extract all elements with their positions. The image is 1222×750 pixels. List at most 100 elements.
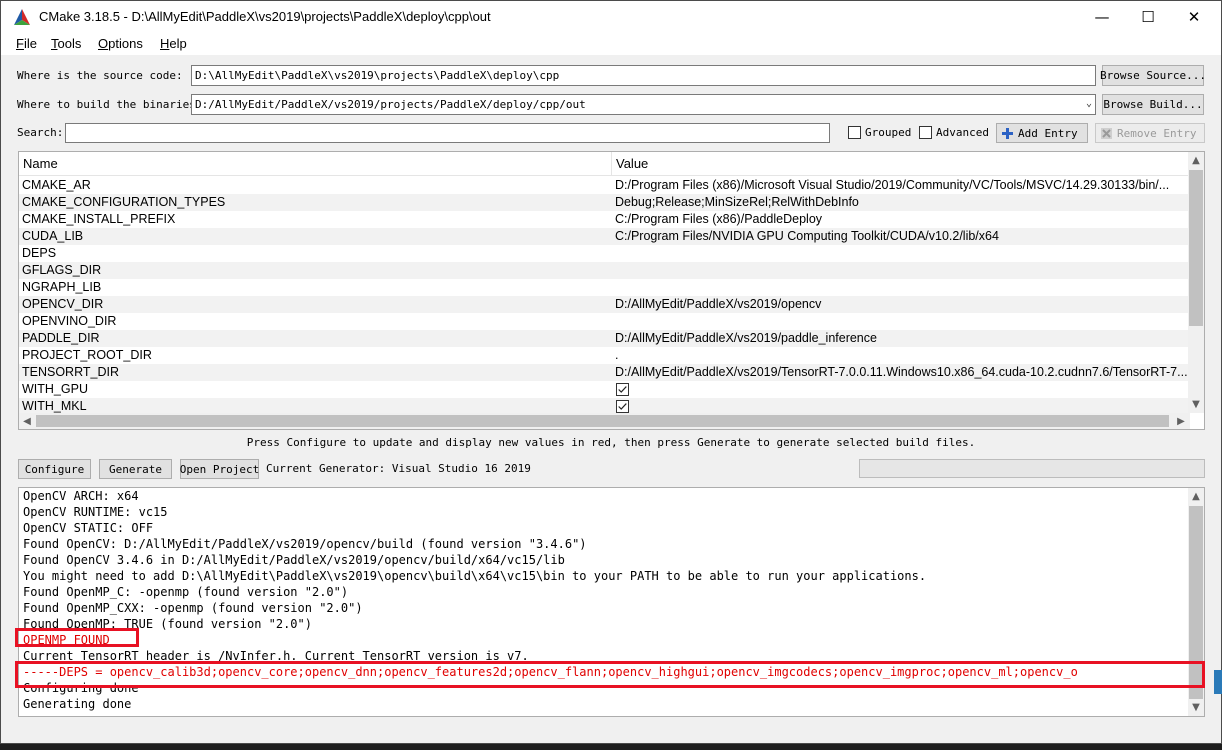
menu-options-label: ptions [108, 36, 143, 51]
advanced-checkbox[interactable] [919, 126, 932, 139]
column-header-name[interactable]: Name [23, 156, 58, 171]
taskbar-strip [0, 744, 1222, 750]
log-line: OpenCV RUNTIME: vc15 [23, 505, 168, 519]
scroll-down-icon[interactable]: ▼ [1188, 396, 1204, 413]
column-header-value[interactable]: Value [616, 156, 648, 171]
menu-file-label: ile [23, 36, 37, 51]
remove-icon [1101, 127, 1112, 139]
entry-value[interactable]: D:/AllMyEdit/PaddleX/vs2019/paddle_infer… [615, 331, 1189, 345]
menu-file[interactable]: File [16, 36, 37, 51]
scroll-thumb[interactable] [1189, 170, 1203, 326]
entry-value[interactable]: C:/Program Files (x86)/PaddleDeploy [615, 212, 1189, 226]
generate-button[interactable]: Generate [99, 459, 172, 479]
entry-name: GFLAGS_DIR [22, 263, 102, 277]
entry-name: CUDA_LIB [22, 229, 84, 243]
entry-name: CMAKE_AR [22, 178, 91, 192]
menu-help[interactable]: Help [160, 36, 187, 51]
entry-value[interactable]: D:/AllMyEdit/PaddleX/vs2019/TensorRT-7.0… [615, 365, 1189, 379]
log-line: Found OpenMP_C: -openmp (found version "… [23, 585, 349, 599]
remove-entry-button[interactable]: Remove Entry [1095, 123, 1205, 143]
desktop-edge [1214, 670, 1222, 694]
menu-file-mnemonic: F [16, 36, 24, 51]
source-path-input[interactable]: D:\AllMyEdit\PaddleX\vs2019\projects\Pad… [191, 65, 1096, 86]
table-row[interactable]: GFLAGS_DIR [19, 262, 1190, 279]
scroll-thumb[interactable] [36, 415, 1169, 427]
table-row[interactable]: NGRAPH_LIB [19, 279, 1190, 296]
build-path-combobox[interactable]: D:/AllMyEdit/PaddleX/vs2019/projects/Pad… [191, 94, 1096, 115]
grouped-checkbox[interactable] [848, 126, 861, 139]
table-row[interactable]: TENSORRT_DIR D:/AllMyEdit/PaddleX/vs2019/… [19, 364, 1190, 381]
cmake-logo-icon [14, 9, 30, 25]
maximize-button[interactable]: ☐ [1125, 1, 1171, 32]
configure-button[interactable]: Configure [18, 459, 91, 479]
entry-value[interactable]: C:/Program Files/NVIDIA GPU Computing To… [615, 229, 1189, 243]
table-row[interactable]: WITH_GPU [19, 381, 1190, 398]
current-generator-label: Current Generator: Visual Studio 16 2019 [266, 462, 531, 475]
scroll-down-icon[interactable]: ▼ [1188, 699, 1204, 716]
entry-value[interactable]: . [615, 348, 1189, 362]
build-label: Where to build the binaries: [17, 98, 203, 111]
add-entry-label: Add Entry [1018, 126, 1078, 140]
table-row[interactable]: OPENVINO_DIR [19, 313, 1190, 330]
entry-name: TENSORRT_DIR [22, 365, 120, 379]
with-gpu-checkbox[interactable] [616, 383, 629, 396]
remove-entry-label: Remove Entry [1117, 126, 1197, 140]
log-line: OpenCV ARCH: x64 [23, 489, 139, 503]
table-row[interactable]: PROJECT_ROOT_DIR. [19, 347, 1190, 364]
menu-help-label: elp [169, 36, 187, 51]
table-row[interactable]: CUDA_LIB C:/Program Files/NVIDIA GPU Comp… [19, 228, 1190, 245]
minimize-button[interactable]: — [1079, 1, 1125, 32]
search-input[interactable] [65, 123, 830, 143]
maximize-icon: ☐ [1141, 7, 1155, 26]
table-row[interactable]: CMAKE_CONFIGURATION_TYPES Debug;Release;M… [19, 194, 1190, 211]
add-entry-button[interactable]: Add Entry [996, 123, 1088, 143]
grouped-label: Grouped [865, 126, 912, 139]
table-row[interactable]: OPENCV_DIR D:/AllMyEdit/PaddleX/vs2019/op… [19, 296, 1190, 313]
entry-name: DEPS [22, 246, 57, 260]
entry-value[interactable]: D:/Program Files (x86)/Microsoft Visual … [615, 178, 1189, 192]
column-divider[interactable] [611, 152, 612, 176]
menu-tools[interactable]: Tools [51, 36, 81, 51]
highlight-box [15, 628, 139, 647]
with-mkl-checkbox[interactable] [616, 400, 629, 413]
log-line: You might need to add D:\AllMyEdit\Paddl… [23, 569, 927, 583]
entry-value[interactable]: D:/AllMyEdit/PaddleX/vs2019/opencv [615, 297, 1189, 311]
table-row[interactable]: DEPS [19, 245, 1190, 262]
scroll-up-icon[interactable]: ▲ [1188, 152, 1204, 169]
entry-name: CMAKE_INSTALL_PREFIX [22, 212, 176, 226]
entry-name: OPENCV_DIR [22, 297, 104, 311]
entry-value[interactable]: Debug;Release;MinSizeRel;RelWithDebInfo [615, 195, 1189, 209]
entry-name: PADDLE_DIR [22, 331, 100, 345]
table-vertical-scrollbar[interactable]: ▲ ▼ [1188, 152, 1204, 413]
entry-name: WITH_GPU [22, 382, 88, 396]
entry-name: NGRAPH_LIB [22, 280, 102, 294]
table-row[interactable]: PADDLE_DIR D:/AllMyEdit/PaddleX/vs2019/pa… [19, 330, 1190, 347]
log-line: Found OpenCV: D:/AllMyEdit/PaddleX/vs201… [23, 537, 587, 551]
title-bar: CMake 3.18.5 - D:\AllMyEdit\PaddleX\vs20… [1, 1, 1221, 32]
log-line: Generating done [23, 697, 132, 711]
configure-hint: Press Configure to update and display ne… [246, 436, 976, 449]
table-row[interactable]: CMAKE_AR D:/Program Files (x86)/Microsoft… [19, 177, 1190, 194]
browse-build-button[interactable]: Browse Build... [1102, 94, 1204, 115]
scroll-right-icon[interactable]: ▶ [1173, 413, 1189, 429]
open-project-button[interactable]: Open Project [180, 459, 259, 479]
close-button[interactable]: ✕ [1171, 1, 1217, 32]
entry-name: OPENVINO_DIR [22, 314, 117, 328]
log-line: Found OpenCV 3.4.6 in D:/AllMyEdit/Paddl… [23, 553, 565, 567]
scroll-left-icon[interactable]: ◀ [19, 413, 35, 429]
table-row[interactable]: CMAKE_INSTALL_PREFIX C:/Program Files (x8… [19, 211, 1190, 228]
menu-tools-label: ools [57, 36, 82, 51]
window-title: CMake 3.18.5 - D:\AllMyEdit\PaddleX\vs20… [39, 9, 491, 24]
browse-source-button[interactable]: Browse Source... [1100, 65, 1206, 86]
menu-options-mnemonic: O [98, 36, 109, 51]
menu-help-mnemonic: H [160, 36, 170, 51]
menu-bar: File Tools Options Help [1, 32, 1221, 55]
cache-table: Name Value CMAKE_AR D:/Program Files (x86… [18, 151, 1205, 430]
entry-name: WITH_MKL [22, 399, 87, 413]
build-path-value: D:/AllMyEdit/PaddleX/vs2019/projects/Pad… [195, 98, 586, 111]
close-icon: ✕ [1187, 7, 1201, 26]
table-horizontal-scrollbar[interactable]: ◀ ▶ [19, 413, 1190, 429]
scroll-up-icon[interactable]: ▲ [1188, 488, 1204, 505]
chevron-down-icon[interactable]: ⌄ [1086, 98, 1092, 109]
menu-options[interactable]: Options [98, 36, 143, 51]
